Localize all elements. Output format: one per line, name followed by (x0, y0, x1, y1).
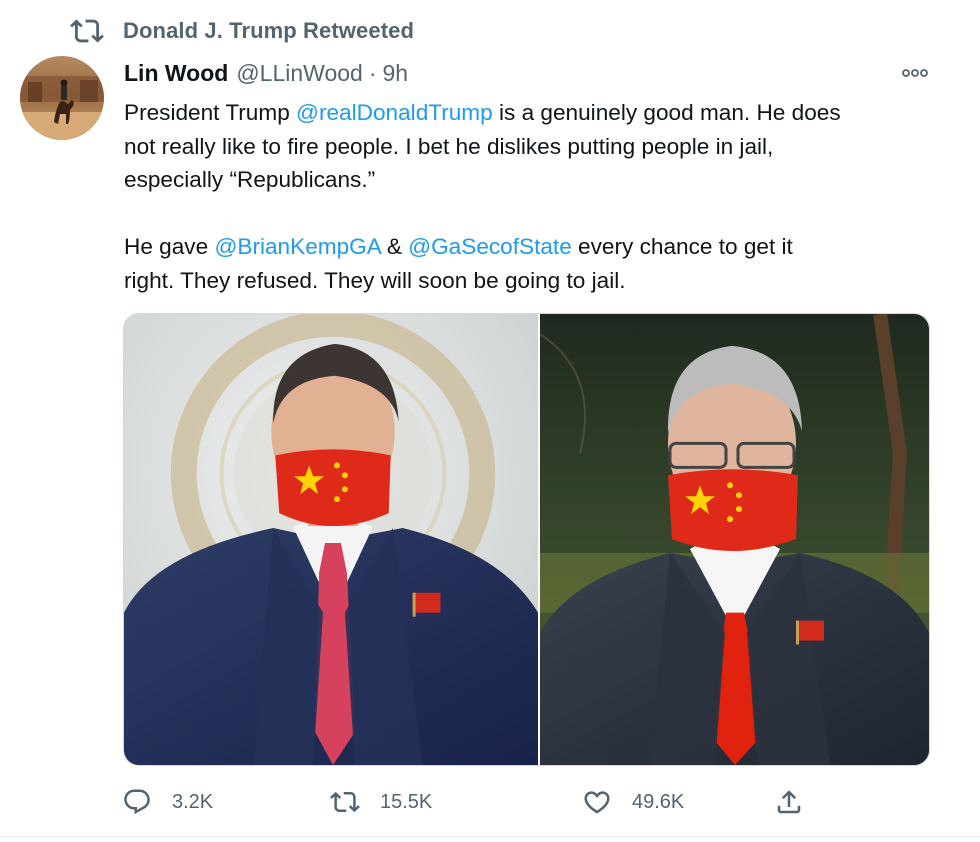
more-icon[interactable] (900, 60, 930, 86)
retweet-label[interactable]: Donald J. Trump Retweeted (123, 18, 414, 44)
retweet-icon (330, 791, 360, 813)
heart-icon (584, 791, 610, 814)
text-segment: is a genuinely good man. He does (492, 100, 841, 125)
like-count: 49.6K (632, 790, 685, 813)
reply-icon (124, 789, 150, 815)
reply-button[interactable]: 3.2K (122, 785, 213, 819)
media-photo-right[interactable] (540, 314, 929, 765)
divider (0, 836, 980, 837)
tweet-media[interactable] (123, 313, 930, 766)
text-segment: every chance to get it (571, 234, 793, 259)
tweet-header: Lin Wood @LLinWood · 9h (124, 58, 408, 88)
retweet-button[interactable]: 15.5K (330, 785, 432, 819)
mention-link[interactable]: @realDonaldTrump (296, 100, 493, 125)
tweet-line: He gave @BrianKempGA & @GaSecofState eve… (124, 230, 944, 264)
tweet-actions: 3.2K 15.5K 49.6K (122, 785, 822, 819)
reply-count: 3.2K (172, 790, 214, 813)
retweet-context: Donald J. Trump Retweeted (70, 14, 414, 48)
mention-link[interactable]: @GaSecofState (408, 234, 572, 259)
share-button[interactable] (774, 785, 804, 819)
retweet-count: 15.5K (380, 790, 433, 813)
text-segment: President Trump (124, 100, 297, 125)
mention-link[interactable]: @BrianKempGA (214, 234, 380, 259)
tweet-line: not really like to fire people. I bet he… (124, 133, 774, 159)
author-name[interactable]: Lin Wood (124, 60, 228, 87)
share-icon (777, 790, 801, 814)
tweet-text: President Trump @realDonaldTrump is a ge… (124, 96, 944, 297)
like-button[interactable]: 49.6K (582, 785, 684, 819)
tweet-line: right. They refused. They will soon be g… (124, 267, 626, 293)
media-photo-left[interactable] (124, 314, 540, 765)
avatar[interactable] (20, 56, 104, 140)
text-segment: He gave (124, 234, 215, 259)
tweet-timestamp[interactable]: 9h (383, 60, 409, 87)
author-handle[interactable]: @LLinWood (236, 60, 363, 87)
tweet-line: especially “Republicans.” (124, 167, 376, 192)
retweet-icon (70, 19, 104, 43)
header-separator: · (368, 59, 377, 86)
text-segment: & (380, 234, 409, 259)
tweet-line: President Trump @realDonaldTrump is a ge… (124, 96, 944, 130)
